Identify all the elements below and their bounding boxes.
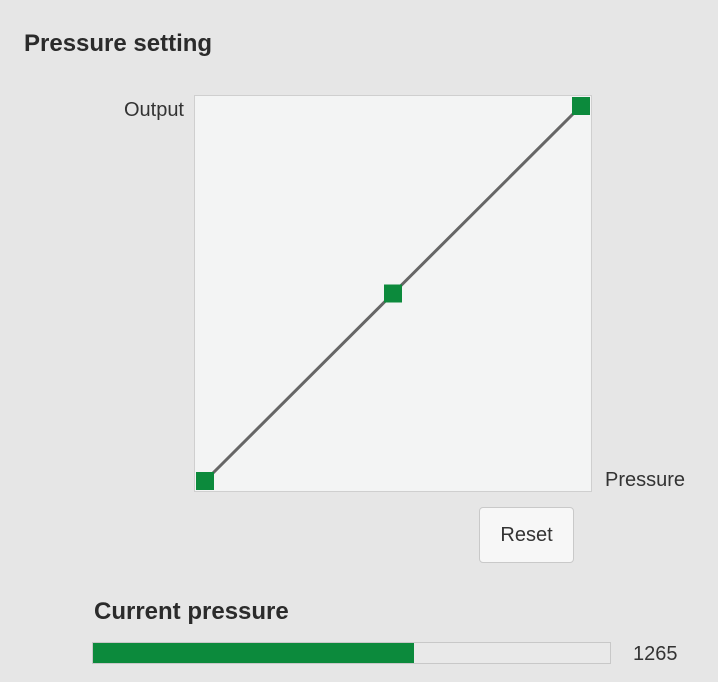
reset-button[interactable]: Reset — [479, 507, 574, 563]
output-axis-label: Output — [123, 99, 184, 121]
curve-control-point-3[interactable] — [572, 97, 590, 115]
pressure-axis-label: Pressure — [605, 469, 686, 491]
current-pressure-bar — [92, 642, 611, 664]
curve-control-point-2[interactable] — [384, 284, 402, 303]
pressure-setting-title: Pressure setting — [24, 30, 213, 57]
current-pressure-bar-fill — [93, 643, 414, 663]
current-pressure-title: Current pressure — [94, 598, 289, 625]
pressure-curve-editor[interactable] — [194, 95, 592, 492]
current-pressure-value: 1265 — [633, 643, 678, 665]
pressure-curve-svg[interactable] — [195, 96, 591, 491]
curve-control-point-1[interactable] — [196, 472, 214, 490]
